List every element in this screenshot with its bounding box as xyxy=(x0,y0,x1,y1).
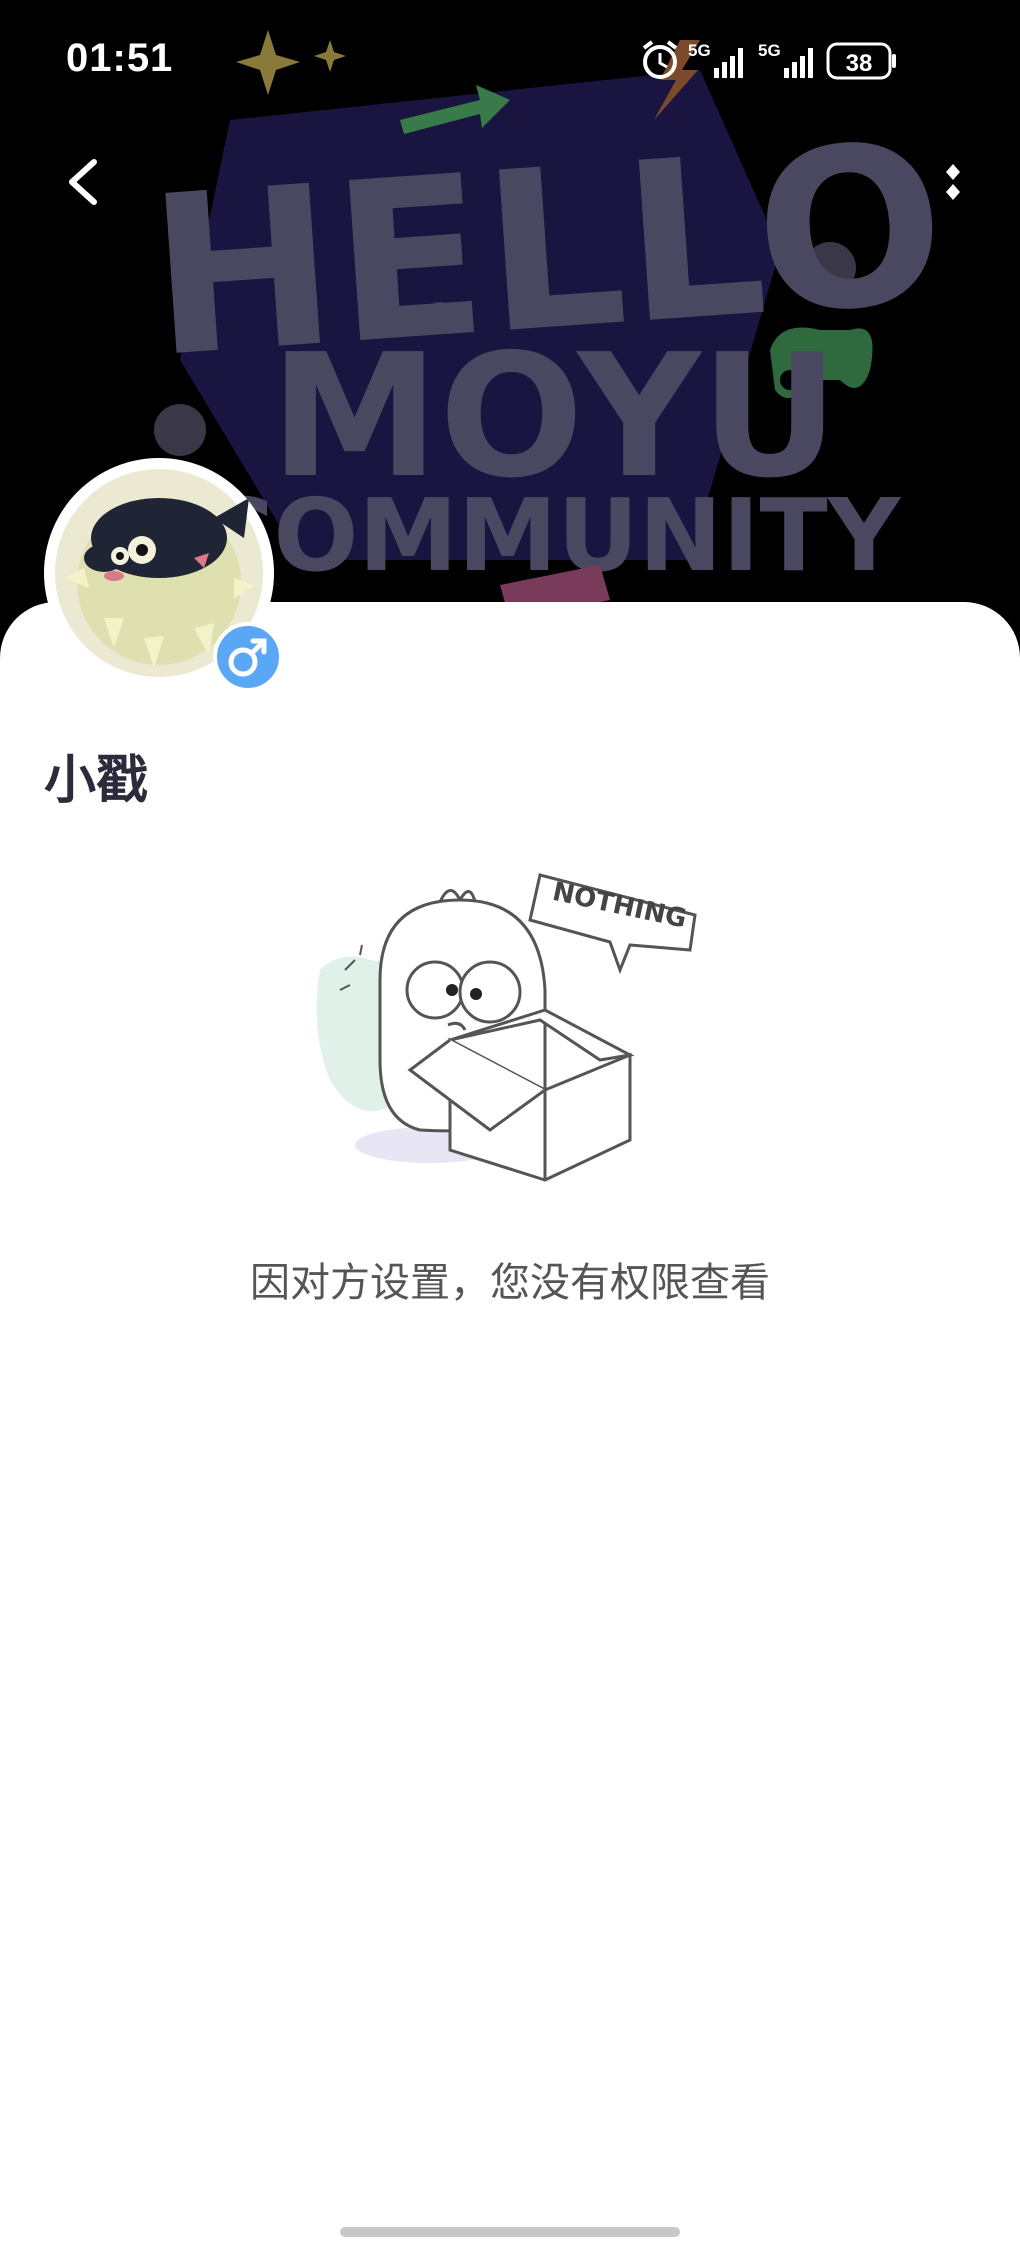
gender-badge xyxy=(213,622,283,692)
chevron-left-icon xyxy=(69,159,97,205)
more-button[interactable] xyxy=(938,150,968,214)
male-icon xyxy=(228,638,267,677)
home-indicator[interactable] xyxy=(340,2227,680,2237)
battery-icon: 38 xyxy=(826,42,896,80)
username: 小戳 xyxy=(44,751,149,811)
svg-text:38: 38 xyxy=(846,50,873,77)
more-vertical-icon xyxy=(946,164,960,200)
alarm-icon xyxy=(642,40,678,79)
status-time: 01:51 xyxy=(66,36,174,80)
signal-5g-icon: 5G xyxy=(758,41,813,78)
svg-text:5G: 5G xyxy=(688,41,711,60)
status-icons: 5G 5G 38 xyxy=(638,38,958,84)
empty-state-message: 因对方设置，您没有权限查看 xyxy=(250,1260,770,1306)
status-bar: 01:51 5G 5G 38 xyxy=(0,0,1020,124)
svg-text:5G: 5G xyxy=(758,41,781,60)
back-button[interactable] xyxy=(56,150,116,214)
signal-5g-icon: 5G xyxy=(688,41,743,78)
empty-state-illustration: NOTHING xyxy=(300,860,720,1214)
profile-sheet xyxy=(0,602,1020,2264)
